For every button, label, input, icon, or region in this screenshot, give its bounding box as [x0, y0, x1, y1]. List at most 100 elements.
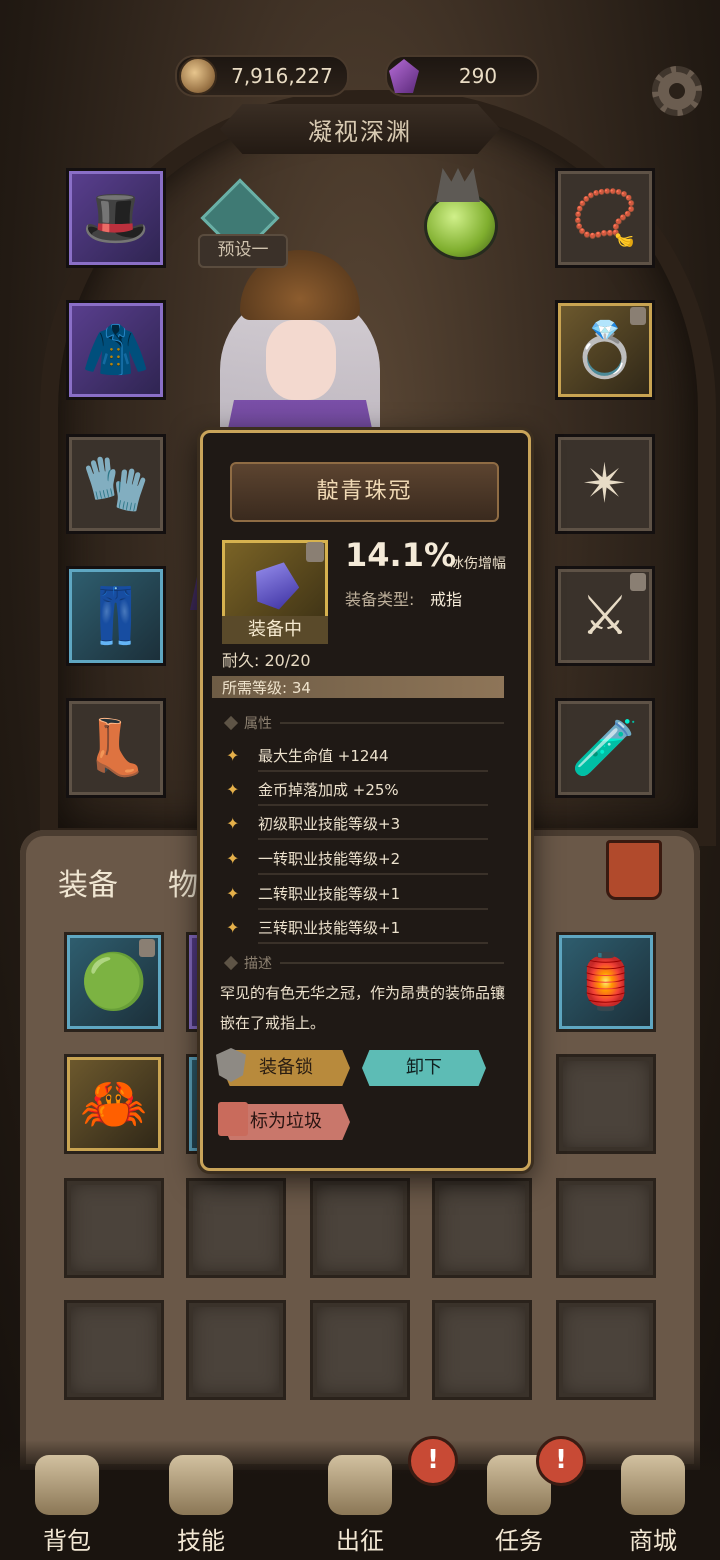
- trash-icon: [218, 1102, 248, 1136]
- boots-icon: 👢: [82, 716, 150, 779]
- equip-slot-hat[interactable]: 🎩: [66, 168, 166, 268]
- item-description: 罕见的有色无华之冠，作为昂贵的装饰品镶嵌在了戒指上。: [220, 984, 506, 1032]
- robe-icon: 🧥: [82, 318, 150, 381]
- divider: [280, 722, 504, 724]
- attribute-row: ✦ 三转职业技能等级+1: [226, 910, 488, 944]
- preset-label[interactable]: 预设一: [198, 234, 288, 268]
- attribute-text: 最大生命值 +1244: [258, 746, 389, 765]
- sparkle-icon: ✦: [226, 883, 240, 903]
- sparkle-icon: ✦: [226, 813, 240, 833]
- inventory-slot[interactable]: [186, 1300, 286, 1400]
- unequip-button[interactable]: 卸下: [362, 1050, 486, 1086]
- attributes-header-label: 属性: [244, 716, 272, 732]
- gear-icon[interactable]: [652, 66, 702, 116]
- equip-slot-weapon[interactable]: ⚔: [555, 566, 655, 666]
- inventory-slot[interactable]: [310, 1178, 410, 1278]
- sparkle-icon: ✦: [226, 779, 240, 799]
- alert-badge: !: [408, 1436, 458, 1486]
- ring-icon: 💍: [571, 318, 639, 381]
- nav-expedition-label: 出征: [336, 1527, 384, 1555]
- trash-icon[interactable]: [606, 840, 662, 900]
- attributes-header: 属性: [222, 713, 504, 733]
- diamond-icon: [223, 715, 239, 731]
- main-stat-value: 14.1%: [345, 536, 457, 574]
- potion-slot[interactable]: [418, 168, 498, 260]
- bag-icon: [35, 1455, 99, 1515]
- scythe-icon: ⚔: [580, 584, 630, 647]
- required-level: 所需等级: 34: [222, 679, 311, 697]
- inventory-slot[interactable]: [186, 1178, 286, 1278]
- potion-jar-icon: [424, 192, 498, 260]
- coin-icon: [179, 57, 217, 95]
- inventory-slot[interactable]: [64, 1178, 164, 1278]
- lock-icon: [306, 542, 324, 562]
- tab-equipment[interactable]: 装备: [58, 860, 118, 904]
- gem-icon: [389, 59, 419, 93]
- attribute-text: 三转职业技能等级+1: [258, 918, 401, 937]
- nav-shop[interactable]: 商城: [608, 1455, 698, 1555]
- inventory-slot[interactable]: 🏮: [556, 932, 656, 1032]
- item-type-value: 戒指: [430, 590, 463, 609]
- sparkle-icon: ✦: [226, 745, 240, 765]
- lock-icon: [630, 307, 646, 325]
- nav-expedition[interactable]: 出征: [315, 1455, 405, 1555]
- nav-shop-label: 商城: [629, 1527, 677, 1555]
- pants-icon: 👖: [82, 584, 150, 647]
- description-header: 描述: [222, 953, 504, 973]
- attribute-text: 金币掉落加成 +25%: [258, 780, 399, 799]
- potion-cap-icon: [436, 168, 480, 202]
- attribute-row: ✦ 二转职业技能等级+1: [226, 876, 488, 910]
- attribute-row: ✦ 最大生命值 +1244: [226, 738, 488, 772]
- shop-icon: [621, 1455, 685, 1515]
- equip-slot-necklace[interactable]: 📿: [555, 168, 655, 268]
- equip-slot-potion[interactable]: 🧪: [555, 698, 655, 798]
- inventory-slot[interactable]: [310, 1300, 410, 1400]
- inventory-slot[interactable]: [556, 1054, 656, 1154]
- equip-slot-pants[interactable]: 👖: [66, 566, 166, 666]
- nav-skills-label: 技能: [177, 1527, 225, 1555]
- hat-icon: 🎩: [82, 186, 150, 249]
- item-type-label: 装备类型:: [345, 590, 415, 609]
- alert-badge: !: [536, 1436, 586, 1486]
- crystal-icon: [247, 555, 306, 614]
- stage-title: 凝视深渊: [220, 104, 500, 154]
- coin-counter[interactable]: 7,916,227: [175, 55, 349, 97]
- nav-skills[interactable]: 技能: [156, 1455, 246, 1555]
- equip-slot-gloves[interactable]: 🧤: [66, 434, 166, 534]
- attribute-row: ✦ 一转职业技能等级+2: [226, 841, 488, 875]
- diamond-icon: [223, 955, 239, 971]
- sword-icon: [328, 1455, 392, 1515]
- emblem-icon: ✴: [582, 452, 628, 515]
- sparkle-icon: ✦: [226, 848, 240, 868]
- inventory-slot[interactable]: 🦀: [64, 1054, 164, 1154]
- inventory-slot[interactable]: [432, 1300, 532, 1400]
- equip-slot-ring[interactable]: 💍: [555, 300, 655, 400]
- inventory-slot[interactable]: 🟢: [64, 932, 164, 1032]
- attribute-text: 初级职业技能等级+3: [258, 814, 401, 833]
- equip-slot-accessory[interactable]: ✴: [555, 434, 655, 534]
- item-name: 靛青珠冠: [230, 462, 499, 522]
- main-stat-name: 冰伤增幅: [450, 556, 506, 572]
- lock-icon: [139, 939, 155, 957]
- inventory-slot[interactable]: [64, 1300, 164, 1400]
- equip-slot-armor[interactable]: 🧥: [66, 300, 166, 400]
- coin-amount: 7,916,227: [231, 64, 333, 88]
- inventory-slot[interactable]: [556, 1178, 656, 1278]
- equipped-badge: 装备中: [222, 616, 328, 644]
- inventory-slot[interactable]: [432, 1178, 532, 1278]
- nav-bag-label: 背包: [43, 1527, 91, 1555]
- durability: 耐久: 20/20: [222, 651, 311, 670]
- potion-icon: 🧪: [571, 716, 639, 779]
- divider: [280, 962, 504, 964]
- lantern-icon: 🏮: [572, 950, 640, 1013]
- attribute-text: 二转职业技能等级+1: [258, 884, 401, 903]
- description-header-label: 描述: [244, 956, 272, 972]
- equip-slot-boots[interactable]: 👢: [66, 698, 166, 798]
- claw-icon: 🦀: [80, 1072, 148, 1135]
- gem-counter[interactable]: 290: [385, 55, 539, 97]
- divider: [258, 838, 488, 840]
- character-face: [266, 320, 336, 400]
- inventory-slot[interactable]: [556, 1300, 656, 1400]
- nav-bag[interactable]: 背包: [22, 1455, 112, 1555]
- gem-amount: 290: [458, 64, 498, 88]
